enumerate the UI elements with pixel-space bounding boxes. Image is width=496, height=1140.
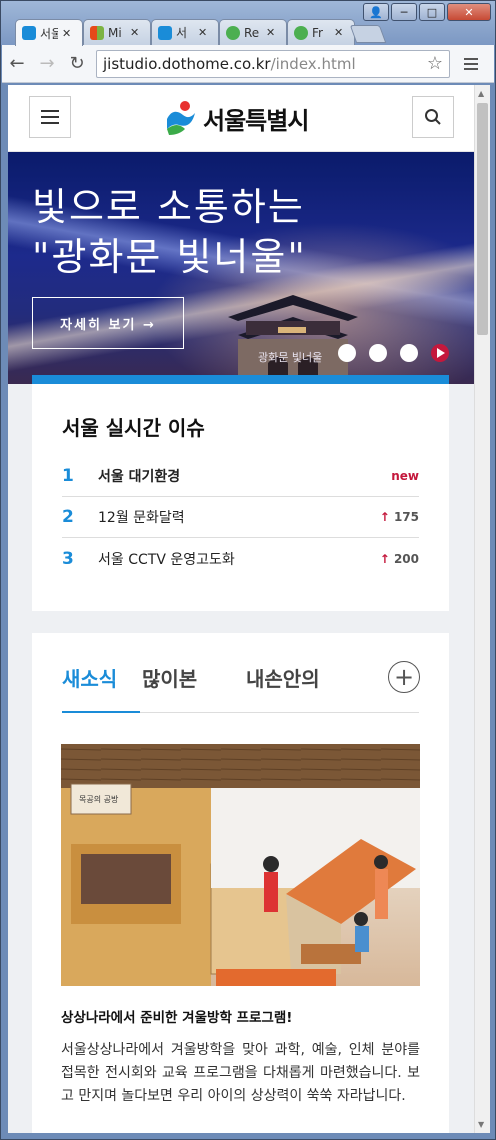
seoul-favicon-icon	[22, 26, 36, 40]
search-button[interactable]	[412, 96, 454, 138]
reload-button[interactable]: ↻	[62, 49, 92, 79]
browser-menu-icon[interactable]	[456, 50, 486, 78]
menu-button[interactable]	[29, 96, 71, 138]
site-header: 서울특별시	[8, 85, 474, 152]
close-tab-icon[interactable]: ✕	[334, 26, 343, 39]
scrollbar-thumb[interactable]	[477, 103, 488, 335]
active-tab-indicator	[62, 711, 140, 713]
seoul-emblem-icon	[167, 101, 195, 135]
hero-title: 빛으로 소통하는 "광화문 빛너울"	[32, 182, 307, 282]
url-path: /index.html	[270, 54, 356, 73]
minimize-button[interactable]: ─	[391, 3, 417, 21]
tab-new-news[interactable]: 새소식	[62, 663, 117, 692]
hero-title-line2: "광화문 빛너울"	[32, 235, 307, 279]
news-panel: 새소식 많이본 내손안의 + 목공의 공방 상상나라에서 준비한 겨울방학 프로…	[32, 633, 449, 1133]
issue-title: 12월 문화달력	[98, 510, 185, 526]
new-tab-button[interactable]	[349, 25, 387, 43]
issue-row[interactable]: 2 12월 문화달력 ↑ 175	[62, 497, 419, 538]
user-icon[interactable]: 👤	[363, 3, 389, 21]
tab-label: Mi	[108, 25, 122, 40]
news-tabs: 새소식 많이본 내손안의 +	[62, 657, 420, 713]
issue-count-value: 200	[393, 551, 419, 566]
issue-rank: 1	[62, 466, 74, 486]
tab-seoul[interactable]: 서울 ✕	[15, 19, 83, 46]
carousel-dot-2[interactable]	[369, 344, 387, 362]
carousel-pagination	[338, 344, 449, 362]
hero-details-button[interactable]: 자세히 보기 →	[32, 297, 184, 349]
issue-rank: 2	[62, 507, 74, 527]
kids-workshop-image: 목공의 공방	[61, 744, 420, 986]
browser-window: 서울 ✕ Mi ✕ 서 ✕ Re ✕ Fr ✕ 👤 ─ □ ✕ ← → ↻ ji…	[0, 0, 496, 1140]
up-arrow-icon: ↑	[379, 510, 390, 524]
maximize-button[interactable]: □	[419, 3, 445, 21]
hero-title-line1: 빛으로 소통하는	[32, 185, 305, 229]
tab-microsoft[interactable]: Mi ✕	[83, 19, 151, 45]
carousel-play-icon[interactable]	[431, 344, 449, 362]
issue-row[interactable]: 1 서울 대기환경 new	[62, 456, 419, 497]
hamburger-icon	[41, 110, 59, 124]
close-tab-icon[interactable]: ✕	[198, 26, 207, 39]
more-plus-icon[interactable]: +	[388, 661, 420, 693]
carousel-dot-3[interactable]	[400, 344, 418, 362]
back-button[interactable]: ←	[2, 49, 32, 79]
up-arrow-icon: ↑	[379, 551, 390, 566]
issue-count: ↑ 200	[380, 552, 419, 566]
tab-label: Fr	[312, 25, 323, 40]
tab-in-my-hand[interactable]: 내손안의	[246, 663, 320, 692]
hero-image-caption: 광화문 빛너울	[258, 351, 322, 364]
issue-row[interactable]: 3 서울 CCTV 운영고도화 ↑ 200	[62, 538, 419, 579]
forward-button[interactable]: →	[32, 49, 62, 79]
tab-label: 서	[176, 26, 188, 40]
carousel-dot-1[interactable]	[338, 344, 356, 362]
logo-text: 서울특별시	[203, 106, 309, 135]
url-host: jistudio.dothome.co.kr	[103, 54, 271, 73]
seoul-favicon-icon	[158, 25, 172, 40]
refresh-favicon-icon	[294, 25, 308, 40]
window-controls: 👤 ─ □ ✕	[363, 3, 491, 21]
photo-sign: 목공의 공방	[79, 794, 119, 804]
issue-count: ↑ 175	[380, 510, 419, 524]
microsoft-favicon-icon	[90, 25, 104, 40]
gwanghwamun-gate-image: 광화문 빛너울	[228, 295, 358, 384]
close-tab-icon[interactable]: ✕	[62, 27, 71, 40]
address-bar[interactable]: jistudio.dothome.co.kr/index.html ☆	[96, 49, 450, 78]
title-bar: 서울 ✕ Mi ✕ 서 ✕ Re ✕ Fr ✕ 👤 ─ □ ✕	[1, 1, 495, 46]
vertical-scrollbar[interactable]: ▲ ▼	[474, 85, 490, 1133]
page-viewport: 서울특별시 광화문 빛너울 빛으로 소통하는 "광화문 빛너울" 자세히 보기 …	[8, 85, 474, 1133]
close-window-button[interactable]: ✕	[447, 3, 491, 21]
scroll-up-icon[interactable]: ▲	[478, 89, 484, 98]
realtime-issues-panel: 서울 실시간 이슈 1 서울 대기환경 new 2 12월 문화달력 ↑ 175…	[32, 375, 449, 611]
browser-toolbar: ← → ↻ jistudio.dothome.co.kr/index.html …	[2, 45, 494, 83]
news-headline[interactable]: 상상나라에서 준비한 겨울방학 프로그램!	[61, 1006, 292, 1026]
issues-heading: 서울 실시간 이슈	[62, 416, 205, 440]
tab-fr[interactable]: Fr ✕	[287, 19, 355, 45]
tab-most-viewed[interactable]: 많이본	[142, 663, 197, 692]
close-tab-icon[interactable]: ✕	[266, 26, 275, 39]
issue-title: 서울 대기환경	[98, 469, 181, 485]
tab-label: Re	[244, 25, 260, 40]
search-icon	[425, 109, 441, 125]
new-badge: new	[391, 469, 419, 483]
seoul-logo[interactable]: 서울특별시	[163, 99, 309, 137]
tab-seoul-2[interactable]: 서 ✕	[151, 19, 219, 45]
news-photo[interactable]: 목공의 공방	[61, 744, 420, 986]
tab-label: 서울	[40, 26, 58, 41]
news-body: 서울상상나라에서 겨울방학을 맞아 과학, 예술, 인체 분야를 접목한 전시회…	[61, 1042, 420, 1104]
tab-re[interactable]: Re ✕	[219, 19, 287, 45]
issue-count-value: 175	[393, 510, 419, 524]
close-tab-icon[interactable]: ✕	[130, 26, 139, 39]
bookmark-star-icon[interactable]: ☆	[427, 53, 443, 74]
issue-title: 서울 CCTV 운영고도화	[98, 551, 235, 568]
hero-banner: 광화문 빛너울 빛으로 소통하는 "광화문 빛너울" 자세히 보기 →	[8, 152, 474, 384]
scroll-down-icon[interactable]: ▼	[478, 1120, 484, 1129]
issue-rank: 3	[62, 548, 74, 569]
refresh-favicon-icon	[226, 25, 240, 40]
